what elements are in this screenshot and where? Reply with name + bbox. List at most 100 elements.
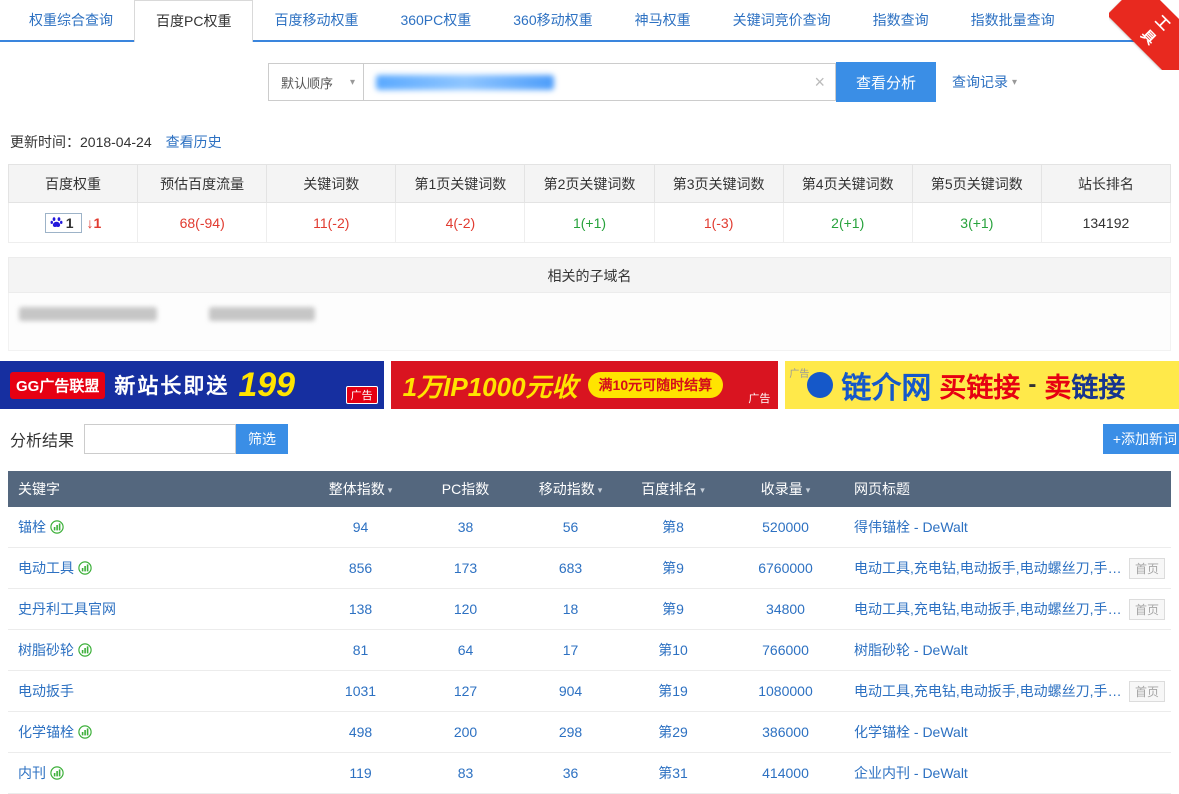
metric-cell[interactable]: 3(+1) <box>912 203 1041 243</box>
pc-index-value[interactable]: 64 <box>413 642 518 658</box>
order-select[interactable]: 默认顺序 ▾ <box>268 63 364 101</box>
domain-search-input[interactable]: × <box>364 63 836 101</box>
keyword-link[interactable]: 锚栓 <box>18 517 46 537</box>
nav-tab[interactable]: 指数查询 <box>852 0 950 40</box>
query-records-link[interactable]: 查询记录 ▾ <box>952 72 1017 92</box>
column-header[interactable]: 整体指数▾ <box>308 479 413 499</box>
nav-tab[interactable]: 360PC权重 <box>379 0 492 40</box>
overall-index-value[interactable]: 119 <box>308 765 413 781</box>
overall-index-value[interactable]: 856 <box>308 560 413 576</box>
index-chart-icon <box>78 561 92 575</box>
pc-index-value[interactable]: 83 <box>413 765 518 781</box>
ad-banner-link-network[interactable]: 广告 链介网 买链接 - 卖链接 <box>785 361 1179 409</box>
analysis-filter-row: 分析结果 筛选 +添加新词 <box>10 423 1179 455</box>
overall-index-value[interactable]: 81 <box>308 642 413 658</box>
column-header: 网页标题 <box>848 479 1171 499</box>
page-title-link[interactable]: 电动工具,充电钻,电动扳手,电动螺丝刀,手电... <box>854 599 1123 619</box>
keyword-link[interactable]: 化学锚栓 <box>18 722 74 742</box>
baidu-weight-badge[interactable]: 1 <box>45 213 82 233</box>
keyword-link[interactable]: 电动扳手 <box>18 681 74 701</box>
metric-cell[interactable]: 1(-3) <box>654 203 783 243</box>
mobile-index-value[interactable]: 56 <box>518 519 623 535</box>
mobile-index-value[interactable]: 683 <box>518 560 623 576</box>
page-title-cell: 电动工具,充电钻,电动扳手,电动螺丝刀,手电...首页 <box>848 599 1171 620</box>
nav-tab[interactable]: 百度PC权重 <box>134 0 253 42</box>
pc-index-value[interactable]: 200 <box>413 724 518 740</box>
filter-button[interactable]: 筛选 <box>236 424 288 454</box>
metric-cell[interactable]: 2(+1) <box>783 203 912 243</box>
metric-cell[interactable]: 11(-2) <box>267 203 396 243</box>
column-header[interactable]: 移动指数▾ <box>518 479 623 499</box>
overall-index-value[interactable]: 498 <box>308 724 413 740</box>
pc-index-value[interactable]: 127 <box>413 683 518 699</box>
mobile-index-value[interactable]: 36 <box>518 765 623 781</box>
keyword-link[interactable]: 电动工具 <box>18 558 74 578</box>
keyword-link[interactable]: 史丹利工具官网 <box>18 599 116 619</box>
keyword-link[interactable]: 树脂砂轮 <box>18 640 74 660</box>
metric-cell[interactable]: 1(+1) <box>525 203 654 243</box>
mobile-index-value[interactable]: 17 <box>518 642 623 658</box>
mobile-index-value[interactable]: 298 <box>518 724 623 740</box>
metric-cell[interactable]: 68(-94) <box>138 203 267 243</box>
baidu-rank-value[interactable]: 第31 <box>623 763 723 783</box>
add-keyword-button[interactable]: +添加新词 <box>1103 424 1179 454</box>
top-nav: 权重综合查询百度PC权重百度移动权重360PC权重360移动权重神马权重关键词竞… <box>0 0 1179 42</box>
indexed-count-value[interactable]: 34800 <box>723 601 848 617</box>
column-header[interactable]: 收录量▾ <box>723 479 848 499</box>
analyze-button[interactable]: 查看分析 <box>836 62 936 102</box>
indexed-count-value[interactable]: 520000 <box>723 519 848 535</box>
overall-index-value[interactable]: 94 <box>308 519 413 535</box>
nav-tab[interactable]: 权重综合查询 <box>8 0 134 40</box>
baidu-rank-value[interactable]: 第29 <box>623 722 723 742</box>
view-history-link[interactable]: 查看历史 <box>166 132 222 152</box>
ad-banner-gg-alliance[interactable]: GG广告联盟 新站长即送 199 广告 <box>0 361 384 409</box>
page-title-link[interactable]: 电动工具,充电钻,电动扳手,电动螺丝刀,手电... <box>854 558 1123 578</box>
page-title-link[interactable]: 得伟锚栓 - DeWalt <box>854 517 968 537</box>
overall-index-value[interactable]: 138 <box>308 601 413 617</box>
corner-ribbon[interactable]: 工具 <box>1109 0 1179 70</box>
index-chart-icon <box>78 643 92 657</box>
page-title-link[interactable]: 企业内刊 - DeWalt <box>854 763 968 783</box>
page-title-link[interactable]: 化学锚栓 - DeWalt <box>854 722 968 742</box>
pc-index-value[interactable]: 38 <box>413 519 518 535</box>
page-title-link[interactable]: 电动工具,充电钻,电动扳手,电动螺丝刀,手电... <box>854 681 1123 701</box>
baidu-rank-value[interactable]: 第9 <box>623 599 723 619</box>
summary-column-header: 第4页关键词数 <box>783 165 912 203</box>
corner-ribbon-label: 工具 <box>1109 0 1179 70</box>
metric-cell[interactable]: 4(-2) <box>396 203 525 243</box>
nav-tab[interactable]: 神马权重 <box>614 0 712 40</box>
baidu-rank-value[interactable]: 第10 <box>623 640 723 660</box>
keyword-row: 化学锚栓 498200298第29386000 化学锚栓 - DeWalt <box>8 712 1171 753</box>
nav-tab[interactable]: 360移动权重 <box>492 0 613 40</box>
indexed-count-value[interactable]: 1080000 <box>723 683 848 699</box>
mobile-index-value[interactable]: 18 <box>518 601 623 617</box>
nav-tab[interactable]: 指数批量查询 <box>950 0 1076 40</box>
indexed-count-value[interactable]: 386000 <box>723 724 848 740</box>
homepage-badge: 首页 <box>1129 681 1165 702</box>
ad-banner-ip-offer[interactable]: 1万IP1000元收 满10元可随时结算 广告 <box>391 361 779 409</box>
pc-index-value[interactable]: 173 <box>413 560 518 576</box>
indexed-count-value[interactable]: 414000 <box>723 765 848 781</box>
subdomains-title: 相关的子域名 <box>8 257 1171 293</box>
nav-tab[interactable]: 百度移动权重 <box>253 0 379 40</box>
weight-trend-down: ↓1 <box>87 215 102 231</box>
overall-index-value[interactable]: 1031 <box>308 683 413 699</box>
censored-subdomain-blur <box>209 307 315 321</box>
keyword-link[interactable]: 内刊 <box>18 763 46 783</box>
query-records-label: 查询记录 <box>952 72 1008 92</box>
keyword-cell: 电动扳手 <box>8 681 308 701</box>
column-header[interactable]: 百度排名▾ <box>623 479 723 499</box>
page-title-cell: 电动工具,充电钻,电动扳手,电动螺丝刀,手电...首页 <box>848 558 1171 579</box>
baidu-rank-value[interactable]: 第9 <box>623 558 723 578</box>
pc-index-value[interactable]: 120 <box>413 601 518 617</box>
baidu-rank-value[interactable]: 第8 <box>623 517 723 537</box>
indexed-count-value[interactable]: 6760000 <box>723 560 848 576</box>
baidu-rank-value[interactable]: 第19 <box>623 681 723 701</box>
indexed-count-value[interactable]: 766000 <box>723 642 848 658</box>
mobile-index-value[interactable]: 904 <box>518 683 623 699</box>
nav-tab[interactable]: 关键词竞价查询 <box>712 0 852 40</box>
page-title-link[interactable]: 树脂砂轮 - DeWalt <box>854 640 968 660</box>
filter-input[interactable] <box>84 424 236 454</box>
keyword-cell: 史丹利工具官网 <box>8 599 308 619</box>
clear-input-icon[interactable]: × <box>814 72 825 92</box>
